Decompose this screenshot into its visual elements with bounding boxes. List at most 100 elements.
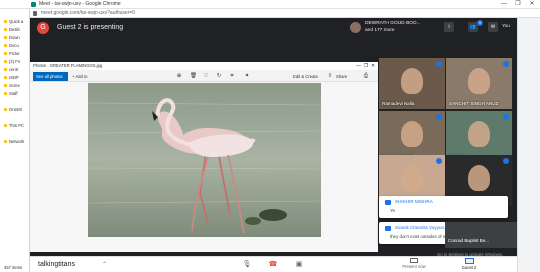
explorer-nav-label: ISDP (9, 75, 19, 80)
folder-icon (4, 44, 7, 48)
maximize-button[interactable]: ❐ (511, 0, 525, 9)
participant-video (401, 165, 423, 191)
explorer-nav-label: Quick a (9, 19, 24, 24)
explorer-nav-label: This PC (9, 123, 24, 128)
people-count-badge: 5 (477, 20, 483, 26)
explorer-nav-item[interactable]: Quick a (4, 18, 30, 26)
presenting-text: Guest 2 is presenting (57, 24, 124, 31)
participant-avatar (350, 22, 361, 33)
participants-chip-more: and 177 more (365, 28, 395, 33)
self-tile-name: Conrad Baptist Be... (448, 238, 490, 243)
explorer-nav-item[interactable]: This PC (4, 122, 30, 130)
see-all-photos-button[interactable]: See all photos (33, 72, 68, 81)
chat-bubble-icon (385, 200, 391, 205)
microphone-button[interactable]: 🎙 (240, 258, 254, 272)
present-now-label: Present now (402, 264, 426, 269)
presenter-guest2-button[interactable]: Guest 2 (455, 258, 483, 270)
explorer-nav-label: Staff (9, 91, 18, 96)
explorer-nav-label: (2) Fir (9, 59, 21, 64)
screen-share-icon (464, 258, 474, 264)
explorer-nav-item[interactable]: Pictur (4, 50, 30, 58)
present-now-button[interactable]: Present now (394, 258, 434, 269)
explorer-nav-item[interactable]: OneDri (4, 106, 30, 114)
participant-tile[interactable]: Ramadevi Nalla (379, 58, 445, 109)
url-text[interactable]: meet.google.com/tai-swjn-uxv?authuser=0 (41, 9, 135, 18)
chat-icon[interactable]: ✉ (488, 22, 498, 32)
speaking-indicator-icon (436, 61, 442, 67)
folder-icon (4, 92, 7, 96)
explorer-nav-item[interactable]: (2) Fir (4, 58, 30, 66)
self-tile: Conrad Baptist Be... (445, 222, 517, 248)
explorer-nav-label: OneDri (9, 107, 23, 112)
explorer-nav-item[interactable]: Network (4, 138, 30, 146)
participant-name: Ramadevi Nalla (382, 101, 415, 106)
chat-message: Ye (390, 208, 395, 213)
meeting-name[interactable]: talkingtitans (38, 260, 75, 270)
folder-icon (4, 124, 7, 128)
print-icon[interactable]: ⎙ (363, 73, 369, 79)
participants-chip[interactable]: DEWRATH GOUD BOO... and 177 more (350, 20, 436, 36)
photos-window-controls[interactable]: — ❐ ✕ (356, 62, 375, 70)
delete-icon[interactable]: 🗑 (190, 73, 197, 79)
chat-notification[interactable]: SHISHIR MISHRA Ye (379, 196, 508, 218)
add-to-button[interactable]: + Add to (72, 72, 87, 81)
explorer-nav-item[interactable]: centr (4, 66, 30, 74)
guest2-label: Guest 2 (461, 265, 477, 270)
chat-sender: SHISHIR MISHRA (395, 199, 433, 204)
browser-tab-title: Meet - tai-swjn-uxv - Google Chrome (39, 1, 121, 7)
camera-button[interactable]: ▣ (292, 258, 306, 272)
address-bar[interactable]: meet.google.com/tai-swjn-uxv?authuser=0 (30, 9, 540, 18)
browser-titlebar: Meet - tai-swjn-uxv - Google Chrome — ❐ … (0, 0, 540, 9)
speaking-indicator-icon (503, 61, 509, 67)
chevron-up-icon[interactable]: ⌃ (102, 261, 107, 268)
end-call-button[interactable]: ☎ (266, 258, 280, 272)
crop-icon[interactable]: ⌗ (229, 73, 235, 79)
magic-icon[interactable]: ✦ (244, 73, 250, 79)
explorer-nav-label: Docu (9, 43, 19, 48)
explorer-nav-item[interactable]: Deskt (4, 26, 30, 34)
participant-video (468, 121, 490, 147)
participant-tile[interactable]: SANCHIT SINGH ANUZ (446, 58, 512, 109)
presenter-avatar: G (37, 22, 49, 34)
participant-video (401, 68, 423, 94)
explorer-nav-item[interactable]: Scree (4, 82, 30, 90)
right-scroll-strip (517, 18, 540, 272)
close-window-button[interactable]: ✕ (525, 0, 539, 9)
self-label: You (502, 23, 510, 28)
explorer-nav-item[interactable]: ISDP (4, 74, 30, 82)
speaking-indicator-icon (436, 114, 442, 120)
file-explorer-pane: Quick a Deskt Down Docu Pictur (2) Fir centr IS… (0, 9, 30, 272)
folder-icon (4, 76, 7, 80)
explorer-nav-label: Scree (9, 83, 20, 88)
explorer-nav-item[interactable]: Staff (4, 90, 30, 98)
folder-icon (4, 52, 7, 56)
share-button[interactable]: Share (336, 72, 347, 81)
present-icon (410, 258, 418, 263)
top-right-controls: i 👥 5 ✉ You (440, 20, 518, 36)
info-icon[interactable]: i (444, 22, 454, 32)
folder-icon (4, 36, 7, 40)
participant-name: SANCHIT SINGH ANUZ (449, 101, 499, 106)
heart-icon[interactable]: ♡ (203, 73, 209, 79)
explorer-nav-label: Pictur (9, 51, 20, 56)
explorer-nav-item[interactable]: Down (4, 34, 30, 42)
minimize-button[interactable]: — (497, 0, 511, 9)
folder-icon (4, 68, 7, 72)
explorer-nav-label: Down (9, 35, 20, 40)
participant-video (468, 68, 490, 94)
explorer-nav-label: centr (9, 67, 19, 72)
zoom-icon[interactable]: ⊕ (176, 73, 182, 79)
lock-icon (33, 11, 37, 16)
edit-create-button[interactable]: Edit & Create (293, 72, 318, 81)
explorer-items-count: 457 items (4, 265, 23, 270)
folder-icon (4, 140, 7, 144)
folder-icon (4, 20, 7, 24)
speaking-indicator-icon (503, 114, 509, 120)
explorer-nav-label: Network (9, 139, 25, 144)
folder-icon (4, 108, 7, 112)
explorer-nav-item[interactable]: Docu (4, 42, 30, 50)
participants-chip-name: DEWRATH GOUD BOO... (365, 21, 421, 26)
chat-sender: Svanik Chandra Vuyyuru (395, 225, 446, 230)
share-icon[interactable]: ⇪ (327, 73, 333, 79)
rotate-icon[interactable]: ↻ (216, 73, 222, 79)
